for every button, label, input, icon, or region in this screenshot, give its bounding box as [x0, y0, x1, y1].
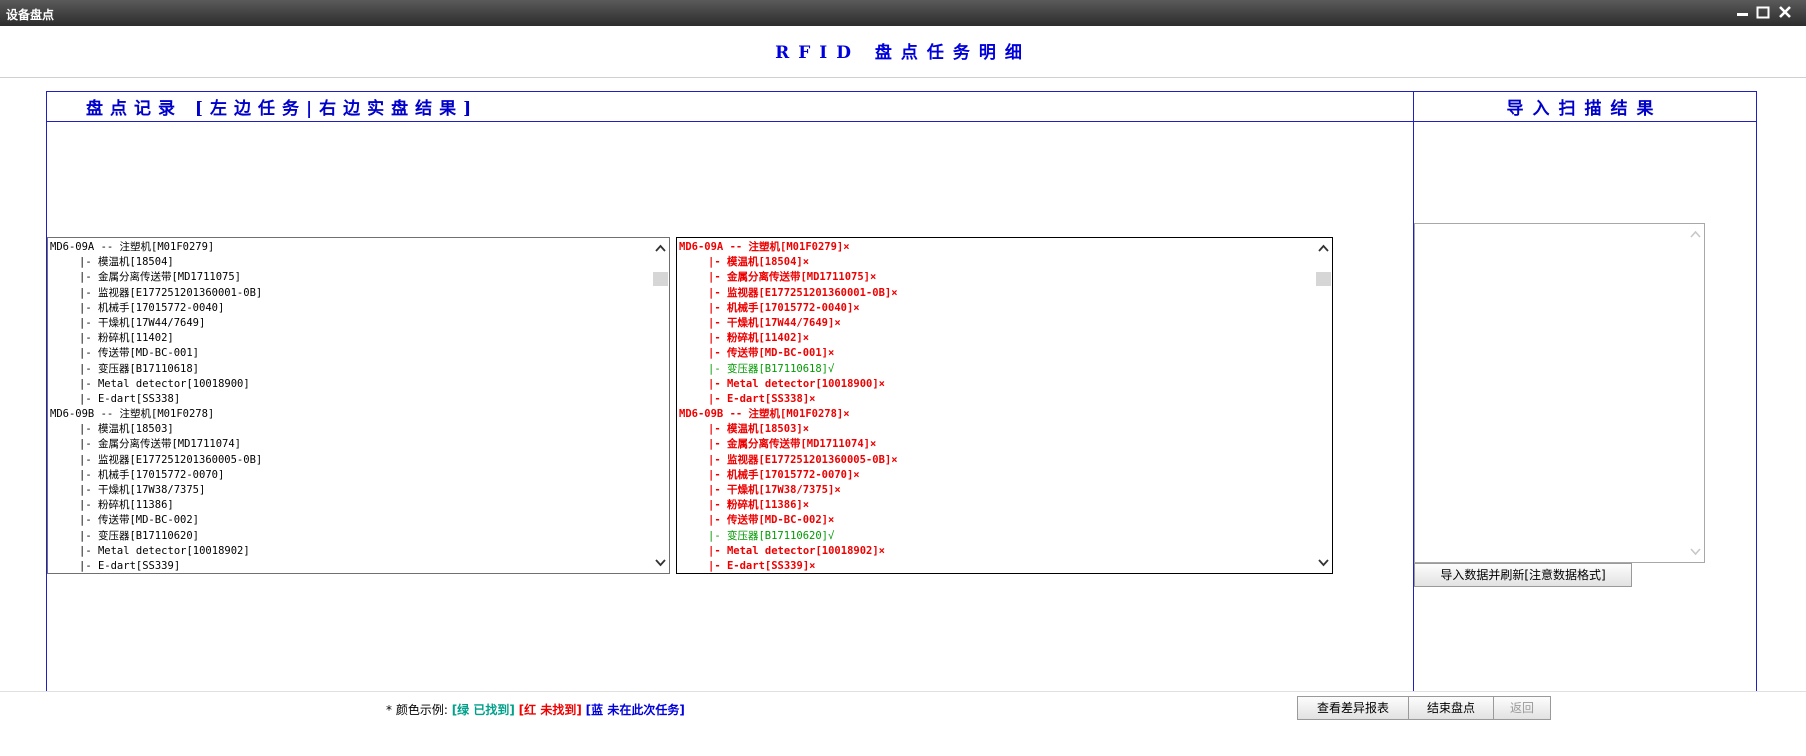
- list-item[interactable]: |- 变压器[B17110620]: [50, 529, 651, 544]
- scan-result-textarea[interactable]: [1414, 223, 1705, 563]
- list-item[interactable]: |- 干燥机[17W38/7375]×: [679, 483, 1314, 498]
- task-listbox[interactable]: MD6-09A -- 注塑机[M01F0279] |- 模温机[18504] |- …: [47, 237, 670, 574]
- legend-red: [红 未找到]: [518, 703, 582, 717]
- list-item[interactable]: |- 监视器[E177251201360005-0B]×: [679, 453, 1314, 468]
- scroll-up-icon[interactable]: [1316, 240, 1331, 256]
- list-item[interactable]: |- Metal detector[10018900]×: [679, 377, 1314, 392]
- maximize-icon[interactable]: [1754, 3, 1772, 21]
- list-item[interactable]: |- 模温机[18503]×: [679, 422, 1314, 437]
- task-list-scrollbar[interactable]: [652, 238, 669, 573]
- diff-report-button[interactable]: 查看差异报表: [1297, 696, 1409, 720]
- legend-prefix: * 颜色示例:: [386, 703, 448, 717]
- list-item[interactable]: |- 机械手[17015772-0070]×: [679, 468, 1314, 483]
- window-titlebar: 设备盘点: [0, 0, 1806, 26]
- list-item[interactable]: |- 金属分离传送带[MD1711075]: [50, 270, 651, 285]
- header-divider: [0, 77, 1806, 78]
- minimize-icon[interactable]: [1734, 3, 1752, 21]
- result-list-scrollbar[interactable]: [1315, 238, 1332, 573]
- close-icon[interactable]: [1776, 3, 1794, 21]
- result-list: MD6-09A -- 注塑机[M01F0279]× |- 模温机[18504]× |…: [679, 240, 1314, 573]
- list-item[interactable]: |- 模温机[18504]×: [679, 255, 1314, 270]
- list-item[interactable]: |- Metal detector[10018902]×: [679, 544, 1314, 559]
- task-list: MD6-09A -- 注塑机[M01F0279] |- 模温机[18504] |- …: [50, 240, 651, 573]
- list-item[interactable]: |- 粉碎机[11402]: [50, 331, 651, 346]
- list-item[interactable]: |- 机械手[17015772-0070]: [50, 468, 651, 483]
- list-item[interactable]: |- 干燥机[17W38/7375]: [50, 483, 651, 498]
- list-item[interactable]: |- 干燥机[17W44/7649]×: [679, 316, 1314, 331]
- page-title: RFID 盘点任务明细: [775, 43, 1031, 63]
- list-item[interactable]: |- 传送带[MD-BC-002]: [50, 513, 651, 528]
- list-item[interactable]: |- 变压器[B17110618]: [50, 362, 651, 377]
- list-item[interactable]: |- E-dart[SS338]: [50, 392, 651, 407]
- list-item[interactable]: |- 机械手[17015772-0040]×: [679, 301, 1314, 316]
- window-title: 设备盘点: [6, 8, 55, 22]
- color-legend: * 颜色示例: [绿 已找到] [红 未找到] [蓝 未在此次任务]: [386, 701, 685, 718]
- import-results-title: 导入扫描结果: [1506, 99, 1663, 119]
- list-item[interactable]: |- 干燥机[17W44/7649]: [50, 316, 651, 331]
- frame-header-line: [46, 121, 1757, 122]
- list-item[interactable]: |- 监视器[E177251201360001-0B]: [50, 286, 651, 301]
- list-item-machine[interactable]: MD6-09A -- 注塑机[M01F0279]×: [679, 240, 1314, 255]
- list-item[interactable]: |- Metal detector[10018900]: [50, 377, 651, 392]
- list-item[interactable]: |- 金属分离传送带[MD1711074]: [50, 437, 651, 452]
- list-item[interactable]: |- E-dart[SS339]×: [679, 559, 1314, 573]
- list-item[interactable]: |- 模温机[18503]: [50, 422, 651, 437]
- list-item[interactable]: |- 传送带[MD-BC-001]×: [679, 346, 1314, 361]
- list-item[interactable]: |- 金属分离传送带[MD1711074]×: [679, 437, 1314, 452]
- result-listbox[interactable]: MD6-09A -- 注塑机[M01F0279]× |- 模温机[18504]× |…: [676, 237, 1333, 574]
- list-item-machine[interactable]: MD6-09A -- 注塑机[M01F0279]: [50, 240, 651, 255]
- list-item[interactable]: |- 粉碎机[11386]×: [679, 498, 1314, 513]
- list-item[interactable]: |- 粉碎机[11402]×: [679, 331, 1314, 346]
- list-item[interactable]: |- E-dart[SS339]: [50, 559, 651, 573]
- list-item[interactable]: |- 传送带[MD-BC-001]: [50, 346, 651, 361]
- legend-blue: [蓝 未在此次任务]: [585, 703, 685, 717]
- footer-divider: [0, 691, 1806, 692]
- list-item[interactable]: |- 传送带[MD-BC-002]×: [679, 513, 1314, 528]
- list-item[interactable]: |- 金属分离传送带[MD1711075]×: [679, 270, 1314, 285]
- scroll-down-icon[interactable]: [1316, 555, 1331, 571]
- list-item[interactable]: |- 监视器[E177251201360001-0B]×: [679, 286, 1314, 301]
- scroll-down-icon[interactable]: [1688, 544, 1703, 560]
- list-item[interactable]: |- Metal detector[10018902]: [50, 544, 651, 559]
- finish-inventory-button[interactable]: 结束盘点: [1408, 696, 1494, 720]
- list-item[interactable]: |- E-dart[SS338]×: [679, 392, 1314, 407]
- scroll-thumb[interactable]: [653, 272, 668, 286]
- list-item[interactable]: |- 机械手[17015772-0040]: [50, 301, 651, 316]
- import-refresh-button[interactable]: 导入数据并刷新[注意数据格式]: [1414, 563, 1632, 587]
- back-button[interactable]: 返回: [1493, 696, 1551, 720]
- scroll-up-icon[interactable]: [1688, 226, 1703, 242]
- list-item[interactable]: |- 监视器[E177251201360005-0B]: [50, 453, 651, 468]
- list-item-machine[interactable]: MD6-09B -- 注塑机[M01F0278]×: [679, 407, 1314, 422]
- list-item[interactable]: |- 变压器[B17110618]√: [679, 362, 1314, 377]
- list-item[interactable]: |- 粉碎机[11386]: [50, 498, 651, 513]
- scroll-up-icon[interactable]: [653, 240, 668, 256]
- scan-result-scrollbar[interactable]: [1687, 224, 1704, 562]
- list-item[interactable]: |- 模温机[18504]: [50, 255, 651, 270]
- inventory-records-title: 盘点记录 [左边任务|右边实盘结果]: [86, 99, 479, 119]
- list-item[interactable]: |- 变压器[B17110620]√: [679, 529, 1314, 544]
- scroll-down-icon[interactable]: [653, 555, 668, 571]
- list-item-machine[interactable]: MD6-09B -- 注塑机[M01F0278]: [50, 407, 651, 422]
- scroll-thumb[interactable]: [1316, 272, 1331, 286]
- legend-green: [绿 已找到]: [451, 703, 515, 717]
